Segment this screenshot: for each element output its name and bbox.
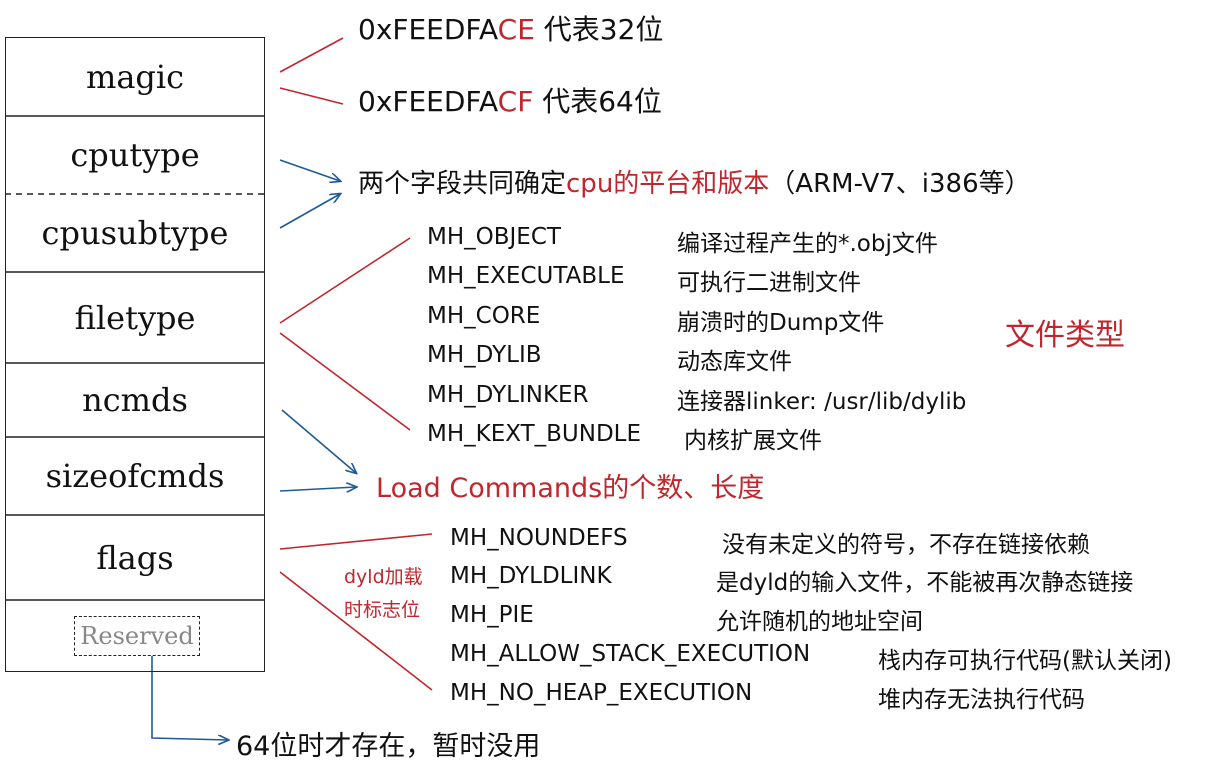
flags-line-top	[279, 533, 433, 550]
ncmds-arrow	[281, 409, 356, 473]
flags-note-line2: 时标志位	[344, 599, 421, 621]
field-filetype: filetype	[74, 298, 196, 337]
field-flags: flags	[96, 538, 174, 577]
filetype-name: MH_KEXT_BUNDLE	[427, 421, 642, 447]
filetype-name: MH_OBJECT	[427, 224, 561, 250]
sizeofcmds-arrow	[279, 487, 356, 491]
cpusubtype-arrow	[279, 194, 340, 229]
flag-name: MH_ALLOW_STACK_EXECUTION	[450, 641, 811, 667]
filetype-name: MH_CORE	[427, 303, 541, 329]
field-sizeofcmds: sizeofcmds	[45, 457, 225, 495]
filetype-line-top	[279, 237, 411, 324]
flag-desc: 堆内存无法执行代码	[878, 687, 1085, 713]
filetype-line-bottom	[279, 332, 411, 431]
field-magic: magic	[85, 57, 185, 96]
magic-line-32	[279, 37, 344, 73]
filetype-name: MH_EXECUTABLE	[427, 263, 625, 289]
flag-name: MH_DYLDLINK	[450, 563, 612, 589]
filetype-desc: 内核扩展文件	[684, 428, 822, 454]
filetype-name: MH_DYLINKER	[427, 382, 589, 408]
filetype-desc: 崩溃时的Dump文件	[677, 310, 885, 336]
field-reserved: Reserved	[74, 616, 200, 656]
cputype-arrow	[279, 159, 340, 181]
filetype-desc: 连接器linker: /usr/lib/dylib	[677, 389, 967, 415]
cpu-label: 两个字段共同确定cpu的平台和版本（ARM-V7、i386等）	[358, 169, 1031, 199]
magic-line-64	[279, 87, 344, 105]
flag-desc: 是dyld的输入文件，不能被再次静态链接	[716, 570, 1134, 596]
flag-name: MH_NO_HEAP_EXECUTION	[450, 680, 753, 706]
flags-note-line1: dyld加载	[344, 566, 423, 588]
reserved-note: 64位时才存在，暂时没用	[236, 731, 541, 762]
flag-desc: 没有未定义的符号，不存在链接依赖	[722, 532, 1090, 558]
flag-desc: 栈内存可执行代码(默认关闭)	[878, 648, 1172, 674]
flag-desc: 允许随机的地址空间	[716, 609, 923, 635]
magic-64-label: 0xFEEDFACF 代表64位	[358, 85, 662, 118]
flags-line-bottom	[279, 571, 433, 691]
field-ncmds: ncmds	[82, 381, 188, 419]
load-commands-label: Load Commands的个数、长度	[376, 473, 765, 504]
filetype-desc: 动态库文件	[677, 349, 792, 375]
filetype-desc: 可执行二进制文件	[677, 270, 861, 296]
filetype-desc: 编译过程产生的*.obj文件	[677, 231, 938, 257]
magic-32-label: 0xFEEDFACE 代表32位	[358, 13, 664, 46]
filetype-category-label: 文件类型	[1005, 318, 1125, 353]
flag-name: MH_NOUNDEFS	[450, 525, 628, 551]
field-cpusubtype: cpusubtype	[41, 214, 229, 252]
flag-name: MH_PIE	[450, 602, 534, 628]
field-cputype: cputype	[70, 136, 200, 174]
filetype-name: MH_DYLIB	[427, 342, 542, 368]
